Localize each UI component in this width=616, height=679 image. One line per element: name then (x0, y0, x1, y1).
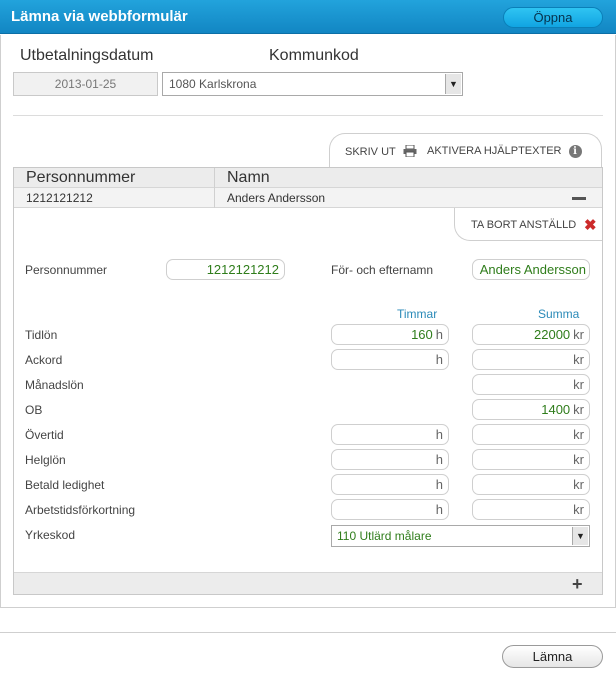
overtid-label: Övertid (25, 428, 64, 442)
arbetstidsforkortning-label: Arbetstidsförkortning (25, 503, 136, 517)
action-tabs: SKRIV UT AKTIVERA HJÄLPTEXTER i (329, 133, 602, 167)
ob-sum-input[interactable]: 1400 kr (472, 399, 590, 420)
employee-section-footer: + (14, 572, 602, 594)
name-input[interactable]: Anders Andersson (472, 259, 590, 280)
date-label: Utbetalningsdatum (20, 47, 154, 64)
help-toggle-button[interactable]: AKTIVERA HJÄLPTEXTER i (427, 145, 582, 158)
personnummer-label: Personnummer (25, 263, 108, 277)
yrkeskod-select-value: 110 Utlärd målare (337, 529, 432, 543)
overtid-sum-input[interactable]: kr (472, 424, 590, 445)
kommun-label: Kommunkod (269, 47, 359, 64)
table-row[interactable]: 1212121212 Anders Andersson (14, 188, 602, 208)
name-label: För- och efternamn (331, 263, 434, 277)
row-personnummer: 1212121212 (26, 191, 93, 205)
overtid-hours-input[interactable]: h (331, 424, 449, 445)
window-titlebar: Lämna via webbformulär Öppna (0, 0, 616, 34)
tidlon-label: Tidlön (25, 328, 58, 342)
add-employee-icon[interactable]: + (572, 575, 583, 593)
help-label: AKTIVERA HJÄLPTEXTER (427, 145, 562, 157)
printer-icon (403, 145, 417, 157)
tidlon-hours-input[interactable]: 160 h (331, 324, 449, 345)
dropdown-arrow-icon[interactable]: ▼ (572, 527, 588, 545)
kommun-select-value: 1080 Karlskrona (169, 77, 257, 91)
column-divider (214, 168, 215, 208)
ackord-hours-input[interactable]: h (331, 349, 449, 370)
column-header-personnummer: Personnummer (26, 169, 136, 186)
betald-ledighet-hours-input[interactable]: h (331, 474, 449, 495)
column-header-namn: Namn (227, 169, 270, 186)
open-button[interactable]: Öppna (503, 7, 603, 28)
divider (13, 115, 603, 116)
helglon-hours-input[interactable]: h (331, 449, 449, 470)
ob-label: OB (25, 403, 43, 417)
sum-column-header: Summa (538, 307, 580, 321)
ackord-label: Ackord (25, 353, 63, 367)
collapse-icon[interactable] (572, 197, 586, 200)
arbetstidsforkortning-hours-input[interactable]: h (331, 499, 449, 520)
tidlon-sum-input[interactable]: 22000 kr (472, 324, 590, 345)
dropdown-arrow-icon[interactable]: ▼ (445, 74, 461, 94)
employee-section: Personnummer Namn 1212121212 Anders Ande… (13, 167, 603, 595)
ackord-sum-input[interactable]: kr (472, 349, 590, 370)
remove-employee-label: TA BORT ANSTÄLLD (471, 219, 577, 231)
print-label: SKRIV UT (345, 146, 396, 158)
remove-employee-button[interactable]: TA BORT ANSTÄLLD ✖ (454, 208, 602, 241)
payment-date-field[interactable]: 2013-01-25 (13, 72, 158, 96)
betald-ledighet-label: Betald ledighet (25, 478, 105, 492)
remove-x-icon: ✖ (584, 217, 597, 234)
arbetstidsforkortning-sum-input[interactable]: kr (472, 499, 590, 520)
yrkeskod-select[interactable]: 110 Utlärd målare ▼ (331, 525, 590, 547)
row-name: Anders Andersson (227, 191, 326, 205)
print-button[interactable]: SKRIV UT (345, 145, 417, 158)
personnummer-input[interactable]: 1212121212 (166, 259, 285, 280)
betald-ledighet-sum-input[interactable]: kr (472, 474, 590, 495)
window-title: Lämna via webbformulär (11, 8, 188, 25)
manadslon-label: Månadslön (25, 378, 84, 392)
manadslon-sum-input[interactable]: kr (472, 374, 590, 395)
helglon-sum-input[interactable]: kr (472, 449, 590, 470)
employee-table-header: Personnummer Namn (14, 168, 602, 188)
info-icon: i (568, 145, 582, 158)
submit-button[interactable]: Lämna (502, 645, 603, 668)
kommun-select[interactable]: 1080 Karlskrona ▼ (162, 72, 463, 96)
hours-column-header: Timmar (397, 307, 438, 321)
yrkeskod-label: Yrkeskod (25, 528, 76, 542)
footer-bar: Lämna (0, 632, 616, 679)
helglon-label: Helglön (25, 453, 66, 467)
